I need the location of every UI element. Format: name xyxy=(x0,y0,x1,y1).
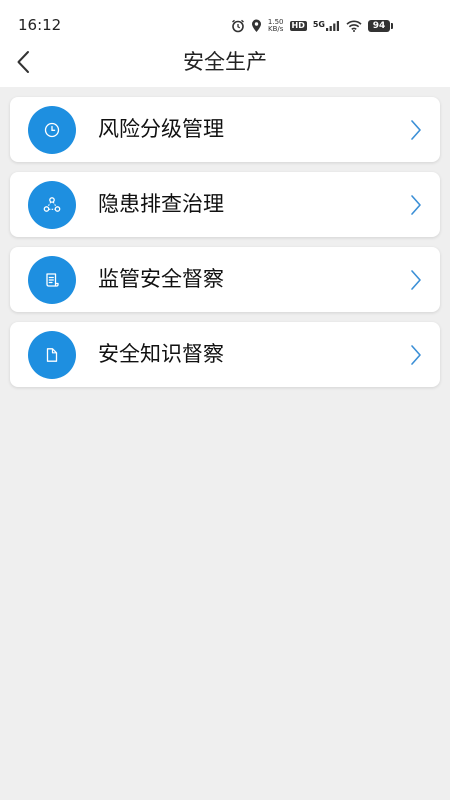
hd-badge: HD xyxy=(289,21,307,31)
chevron-right-icon xyxy=(411,195,421,215)
menu-item-icon-bg xyxy=(28,256,76,304)
network-speed: 1.50 KB/s xyxy=(268,19,284,33)
status-bar: 16:12 1.50 KB/s HD 5G 94 xyxy=(0,0,450,40)
chevron-right-icon xyxy=(411,120,421,140)
battery-indicator: 94 xyxy=(368,20,393,32)
menu-item-safety-knowledge[interactable]: 安全知识督察 xyxy=(10,322,440,387)
signal-bars-icon xyxy=(326,21,339,31)
nav-bar: 安全生产 xyxy=(0,40,450,87)
file-icon xyxy=(46,348,58,362)
alarm-icon xyxy=(231,19,244,33)
menu-item-icon-bg xyxy=(28,331,76,379)
chevron-right-icon xyxy=(411,270,421,290)
chevron-right-icon xyxy=(411,345,421,365)
network-type-label: 5G xyxy=(312,20,325,29)
menu-item-icon-bg xyxy=(28,181,76,229)
menu-item-label: 安全知识督察 xyxy=(98,342,224,366)
menu-item-supervision-inspection[interactable]: 监管安全督察 xyxy=(10,247,440,312)
share-nodes-icon xyxy=(43,197,61,212)
location-icon xyxy=(251,19,261,32)
menu-item-label: 监管安全督察 xyxy=(98,267,224,291)
cellular-signal: 5G xyxy=(313,21,340,31)
network-speed-unit: KB/s xyxy=(268,25,284,33)
menu-item-label: 风险分级管理 xyxy=(98,117,224,141)
clock-icon xyxy=(44,122,60,138)
menu-item-label: 隐患排查治理 xyxy=(98,192,224,216)
menu-item-risk-management[interactable]: 风险分级管理 xyxy=(10,97,440,162)
page-title: 安全生产 xyxy=(183,50,267,74)
wifi-icon xyxy=(346,20,362,32)
menu-item-hazard-inspection[interactable]: 隐患排查治理 xyxy=(10,172,440,237)
scroll-icon xyxy=(46,273,59,287)
status-icons: 1.50 KB/s HD 5G 94 xyxy=(231,17,393,35)
status-time: 16:12 xyxy=(18,16,62,34)
menu-item-icon-bg xyxy=(28,106,76,154)
menu-list: 风险分级管理 隐患排查治理 监管安全督察 安全知识督察 xyxy=(10,97,440,397)
